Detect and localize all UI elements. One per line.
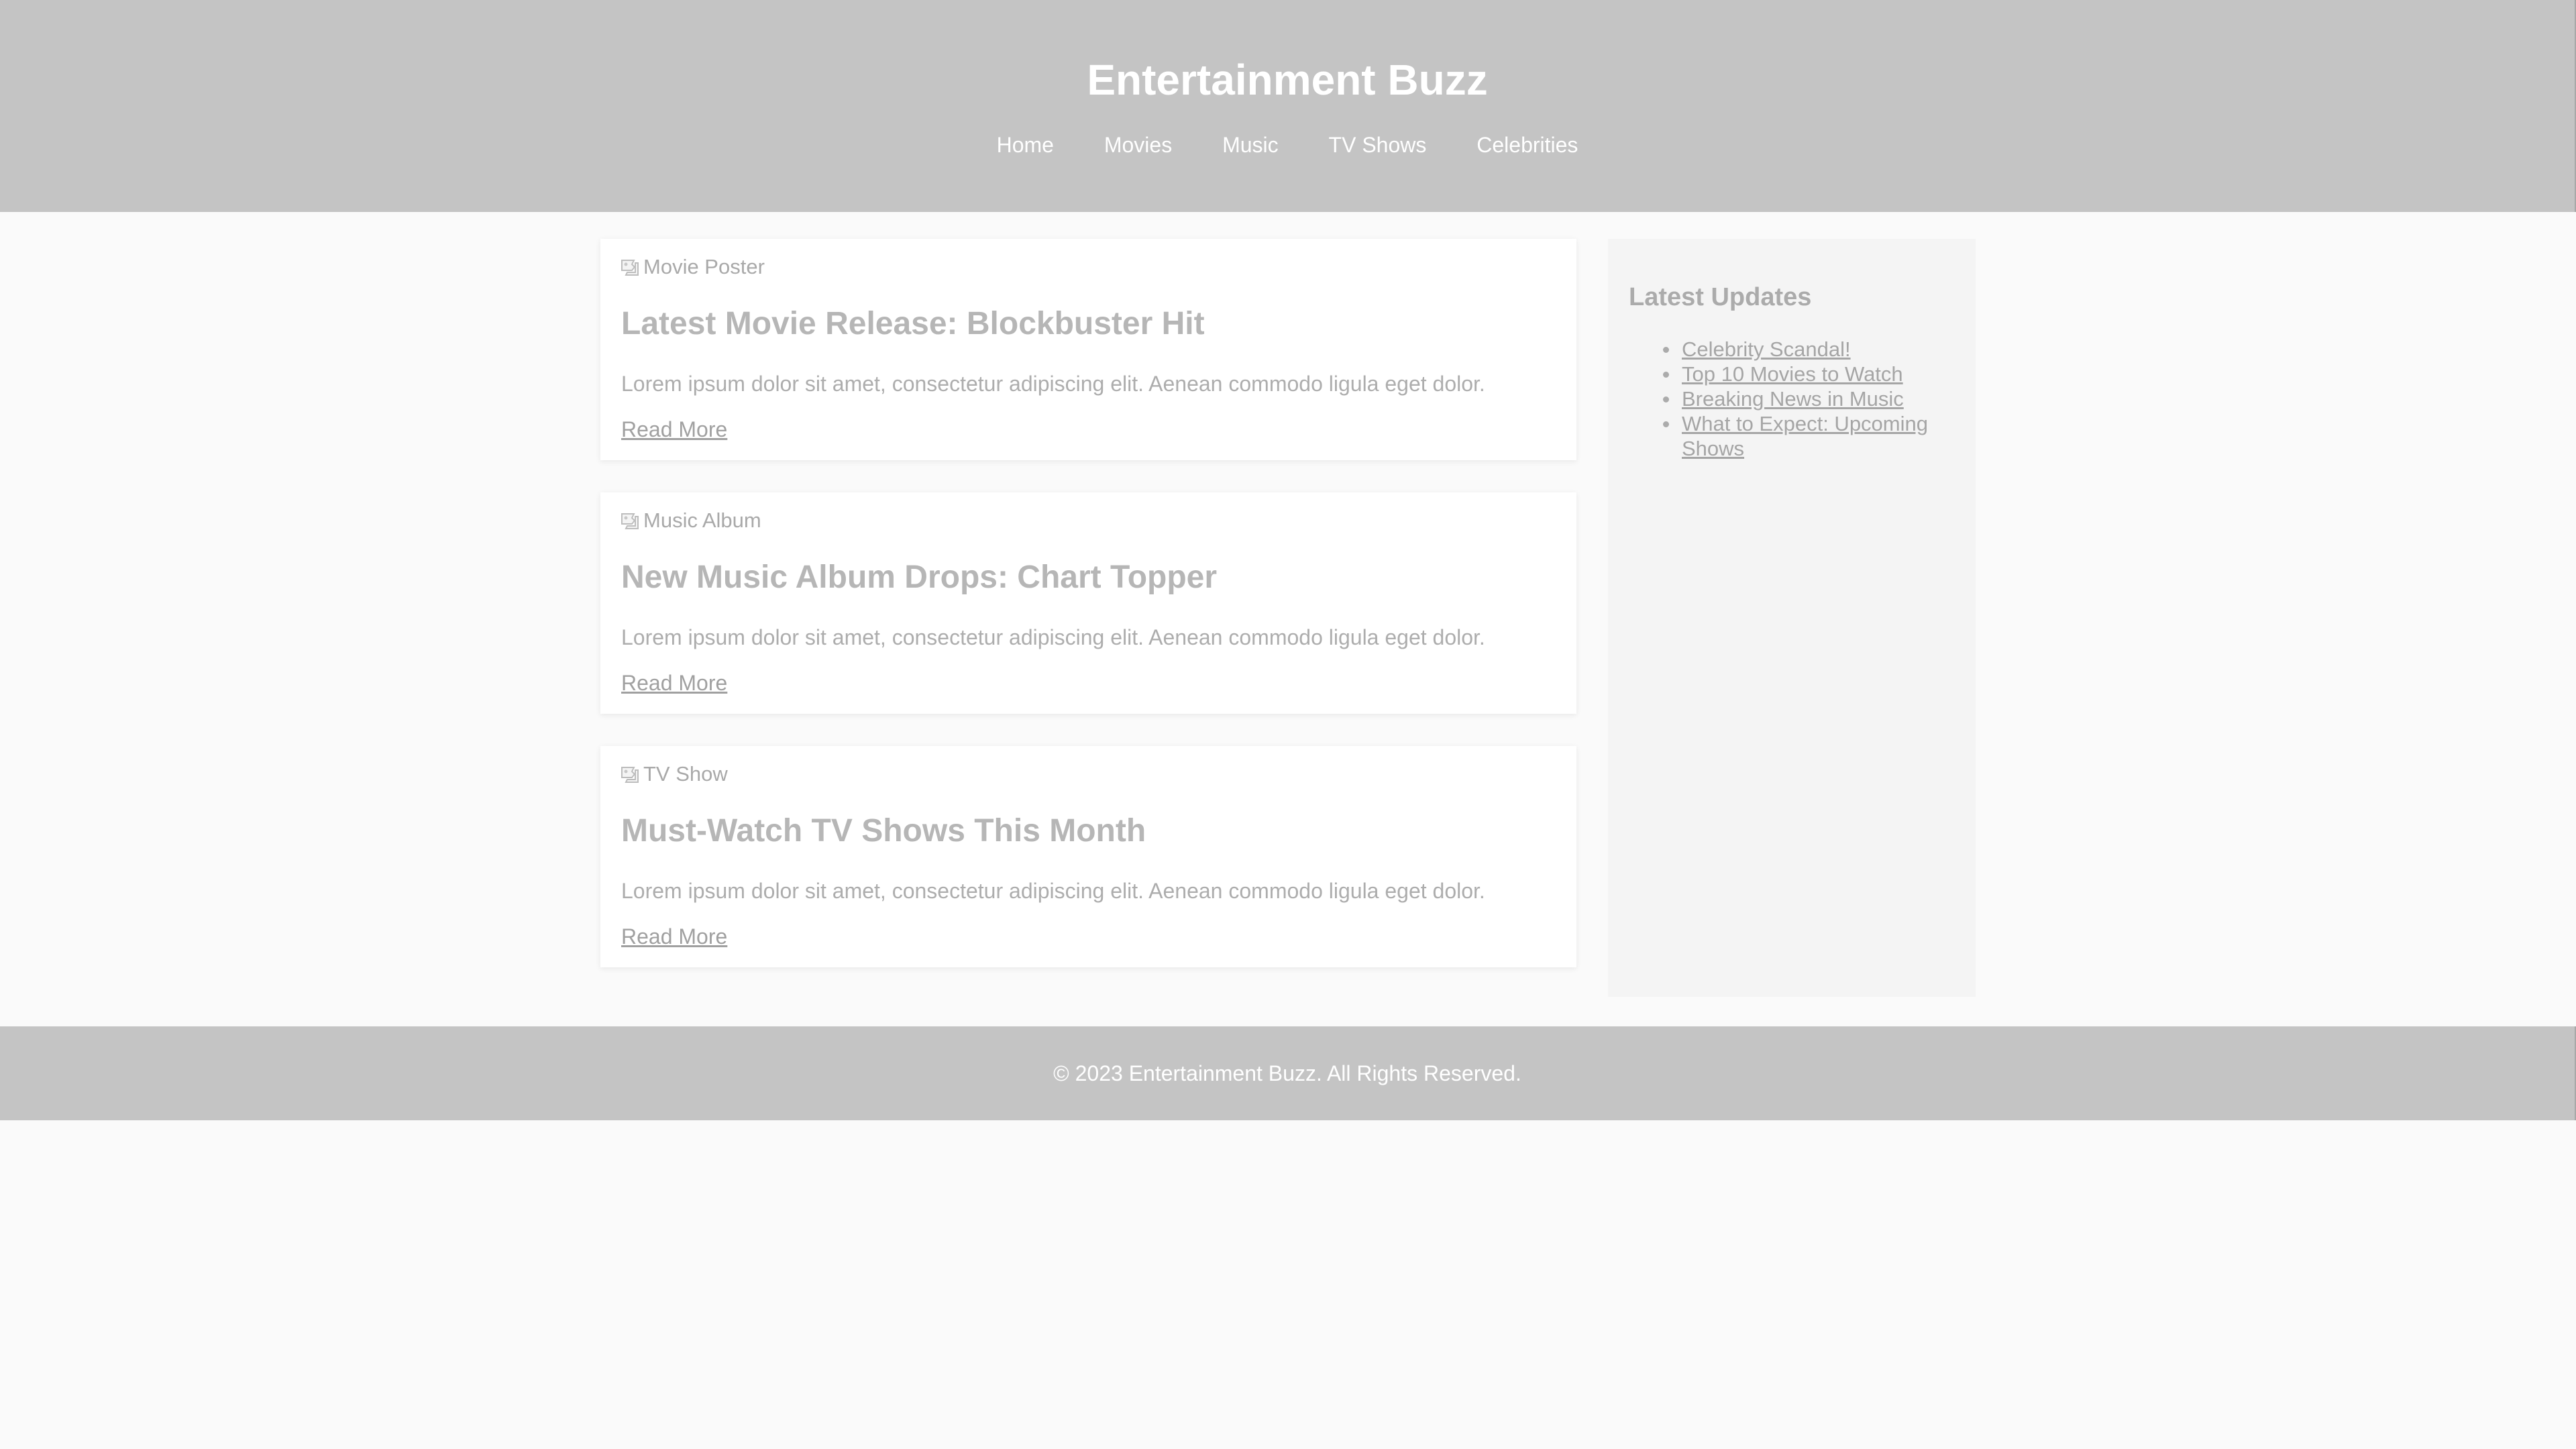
article-text: Lorem ipsum dolor sit amet, consectetur …: [621, 625, 1485, 649]
broken-image-icon: [621, 767, 639, 783]
site-header: Entertainment Buzz Home Movies Music TV …: [0, 0, 2576, 212]
sidebar: Latest Updates Celebrity Scandal! Top 10…: [1608, 239, 1976, 997]
article-title: Latest Movie Release: Blockbuster Hit: [621, 306, 1205, 341]
main-nav: Home Movies Music TV Shows Celebrities: [0, 131, 2575, 158]
list-item: Breaking News in Music: [1663, 386, 1964, 411]
article-image: TV Show: [619, 761, 728, 788]
nav-music[interactable]: Music: [1222, 133, 1279, 157]
update-link[interactable]: Breaking News in Music: [1682, 387, 1904, 411]
footer-copyright: © 2023 Entertainment Buzz. All Rights Re…: [1053, 1061, 1521, 1085]
read-more-link[interactable]: Read More: [621, 669, 727, 696]
article-card: Movie Poster Latest Movie Release: Block…: [600, 239, 1576, 460]
update-link[interactable]: What to Expect: Upcoming Shows: [1682, 412, 1928, 460]
article-image-alt: Music Album: [643, 508, 761, 532]
nav-tv-shows[interactable]: TV Shows: [1329, 133, 1427, 157]
article-image-alt: TV Show: [643, 762, 728, 786]
sidebar-title: Latest Updates: [1629, 283, 1812, 311]
article-image-alt: Movie Poster: [643, 255, 765, 278]
list-item: What to Expect: Upcoming Shows: [1663, 411, 1964, 461]
article-title: New Music Album Drops: Chart Topper: [621, 559, 1218, 595]
article-card: TV Show Must-Watch TV Shows This Month L…: [600, 746, 1576, 967]
article-text: Lorem ipsum dolor sit amet, consectetur …: [621, 372, 1485, 396]
list-item: Top 10 Movies to Watch: [1663, 362, 1964, 386]
article-text: Lorem ipsum dolor sit amet, consectetur …: [621, 879, 1485, 903]
list-item: Celebrity Scandal!: [1663, 337, 1964, 362]
article-title: Must-Watch TV Shows This Month: [621, 813, 1146, 849]
update-link[interactable]: Celebrity Scandal!: [1682, 337, 1851, 361]
site-footer: © 2023 Entertainment Buzz. All Rights Re…: [0, 1026, 2576, 1120]
latest-updates-list: Celebrity Scandal! Top 10 Movies to Watc…: [1663, 337, 1964, 461]
main-content: Movie Poster Latest Movie Release: Block…: [600, 239, 1576, 1000]
nav-home[interactable]: Home: [997, 133, 1054, 157]
article-card: Music Album New Music Album Drops: Chart…: [600, 492, 1576, 714]
broken-image-icon: [621, 513, 639, 529]
article-image: Music Album: [619, 507, 761, 534]
nav-celebrities[interactable]: Celebrities: [1477, 133, 1578, 157]
read-more-link[interactable]: Read More: [621, 416, 727, 443]
read-more-link[interactable]: Read More: [621, 923, 727, 950]
nav-movies[interactable]: Movies: [1104, 133, 1172, 157]
update-link[interactable]: Top 10 Movies to Watch: [1682, 362, 1903, 386]
article-image: Movie Poster: [619, 254, 765, 280]
broken-image-icon: [621, 260, 639, 276]
site-title: Entertainment Buzz: [1087, 56, 1488, 104]
